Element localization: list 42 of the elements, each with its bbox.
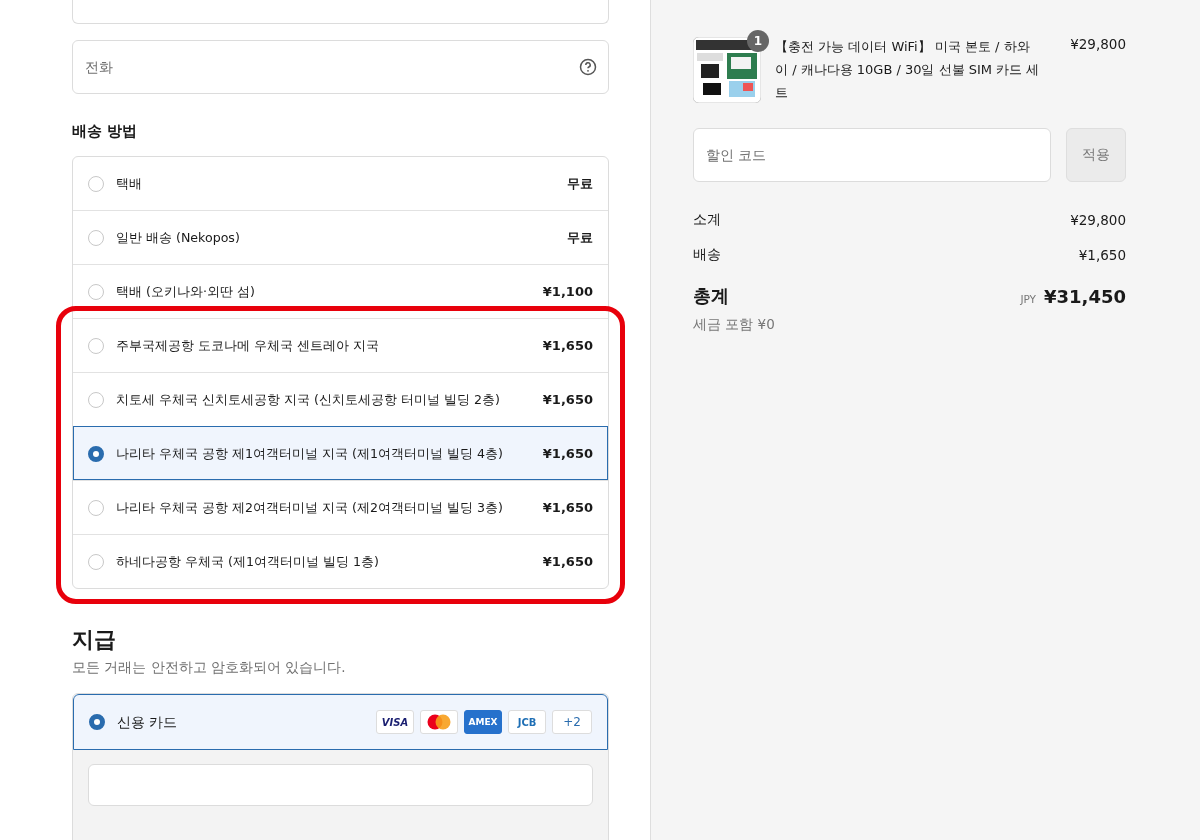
shipping-option[interactable]: 나리타 우체국 공항 제1여객터미널 지국 (제1여객터미널 빌딩 4층) ¥1,650 — [73, 426, 608, 480]
apply-button[interactable]: 적용 — [1066, 128, 1126, 182]
amex-card-icon: AMEX — [464, 710, 502, 734]
quantity-badge: 1 — [747, 30, 769, 52]
tax-note: 세금 포함 ¥0 — [693, 316, 776, 334]
summary-label: 배송 — [693, 245, 721, 264]
radio-button[interactable] — [88, 175, 104, 192]
radio-button[interactable] — [88, 499, 104, 516]
total-value: ¥31,450 — [1044, 285, 1126, 307]
radio-button[interactable] — [88, 445, 104, 462]
total-label: 총계 — [693, 284, 729, 308]
section-title: 지급 — [72, 626, 117, 654]
payment-option[interactable]: 신용 카드 VISA AMEX JCB +2 — [73, 694, 608, 750]
visa-card-icon: VISA — [376, 710, 414, 734]
input-field[interactable] — [72, 0, 609, 24]
radio-button[interactable] — [88, 553, 104, 570]
shipping-option[interactable]: 일반 배송 (Nekopos) 무료 — [73, 210, 608, 264]
section-title: 배송 방법 — [72, 122, 139, 141]
more-cards-badge: +2 — [552, 710, 592, 734]
summary-value: ¥29,800 — [1070, 211, 1126, 228]
card-number-field[interactable] — [88, 764, 593, 806]
radio-button[interactable] — [88, 337, 104, 354]
currency-code: JPY — [1020, 292, 1036, 305]
section-subtitle: 모든 거래는 안전하고 암호화되어 있습니다. — [72, 659, 347, 677]
radio-button[interactable] — [89, 714, 105, 730]
summary-value: ¥1,650 — [1078, 246, 1126, 263]
shipping-option[interactable]: 택배 (오키나와·외딴 섬) ¥1,100 — [73, 264, 608, 318]
radio-button[interactable] — [88, 229, 104, 246]
radio-button[interactable] — [88, 391, 104, 408]
product-name: 【충전 가능 데이터 WiFi】 미국 본토 / 하와이 / 캐나다용 10GB / 30일 선불 SIM 카드 세트 — [775, 38, 1041, 102]
mastercard-card-icon — [420, 710, 458, 734]
help-icon[interactable] — [579, 58, 597, 76]
jcb-card-icon: JCB — [508, 710, 546, 734]
summary-label: 소계 — [693, 210, 721, 229]
shipping-option[interactable]: 하네다공항 우체국 (제1여객터미널 빌딩 1층) ¥1,650 — [73, 534, 608, 588]
product-price: ¥29,800 — [1070, 36, 1126, 52]
shipping-option[interactable]: 택배 무료 — [73, 157, 608, 210]
shipping-option[interactable]: 나리타 우체국 공항 제2여객터미널 지국 (제2여객터미널 빌딩 3층) ¥1,650 — [73, 480, 608, 534]
shipping-option[interactable]: 주부국제공항 도코나메 우체국 센트레아 지국 ¥1,650 — [73, 318, 608, 372]
radio-button[interactable] — [88, 283, 104, 300]
phone-field[interactable]: 전화 — [72, 40, 609, 94]
discount-code-field[interactable]: 할인 코드 — [693, 128, 1051, 182]
